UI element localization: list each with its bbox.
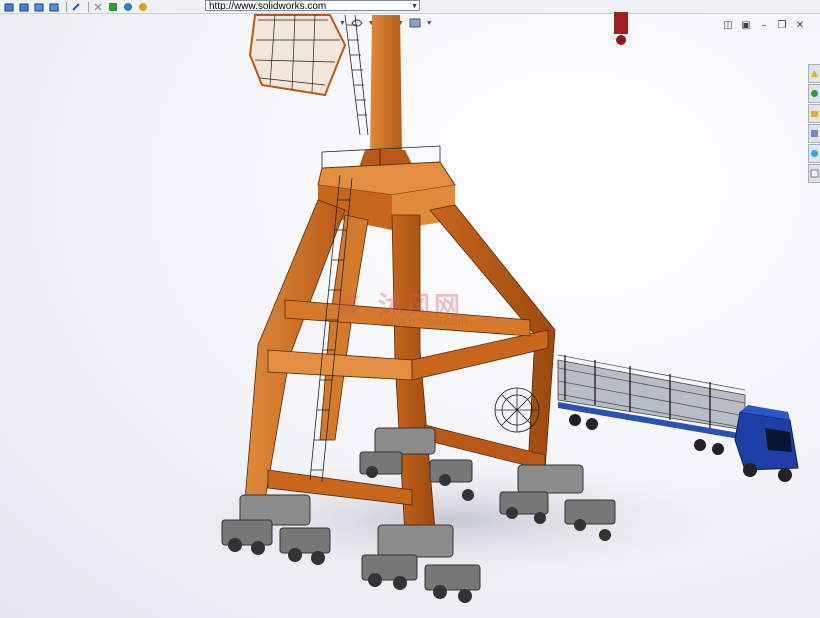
watermark-en: www.mfcad.com <box>380 314 468 328</box>
hook <box>614 12 628 45</box>
watermark-logo-icon <box>336 295 360 317</box>
mast-ladder <box>344 14 369 136</box>
truck-trailer <box>557 354 746 455</box>
crane-mast <box>358 15 415 170</box>
truck-cab <box>734 405 799 482</box>
operator-cabin <box>248 14 347 97</box>
cable-reel <box>494 387 540 433</box>
watermark: 沐风网 www.mfcad.com <box>330 286 467 331</box>
